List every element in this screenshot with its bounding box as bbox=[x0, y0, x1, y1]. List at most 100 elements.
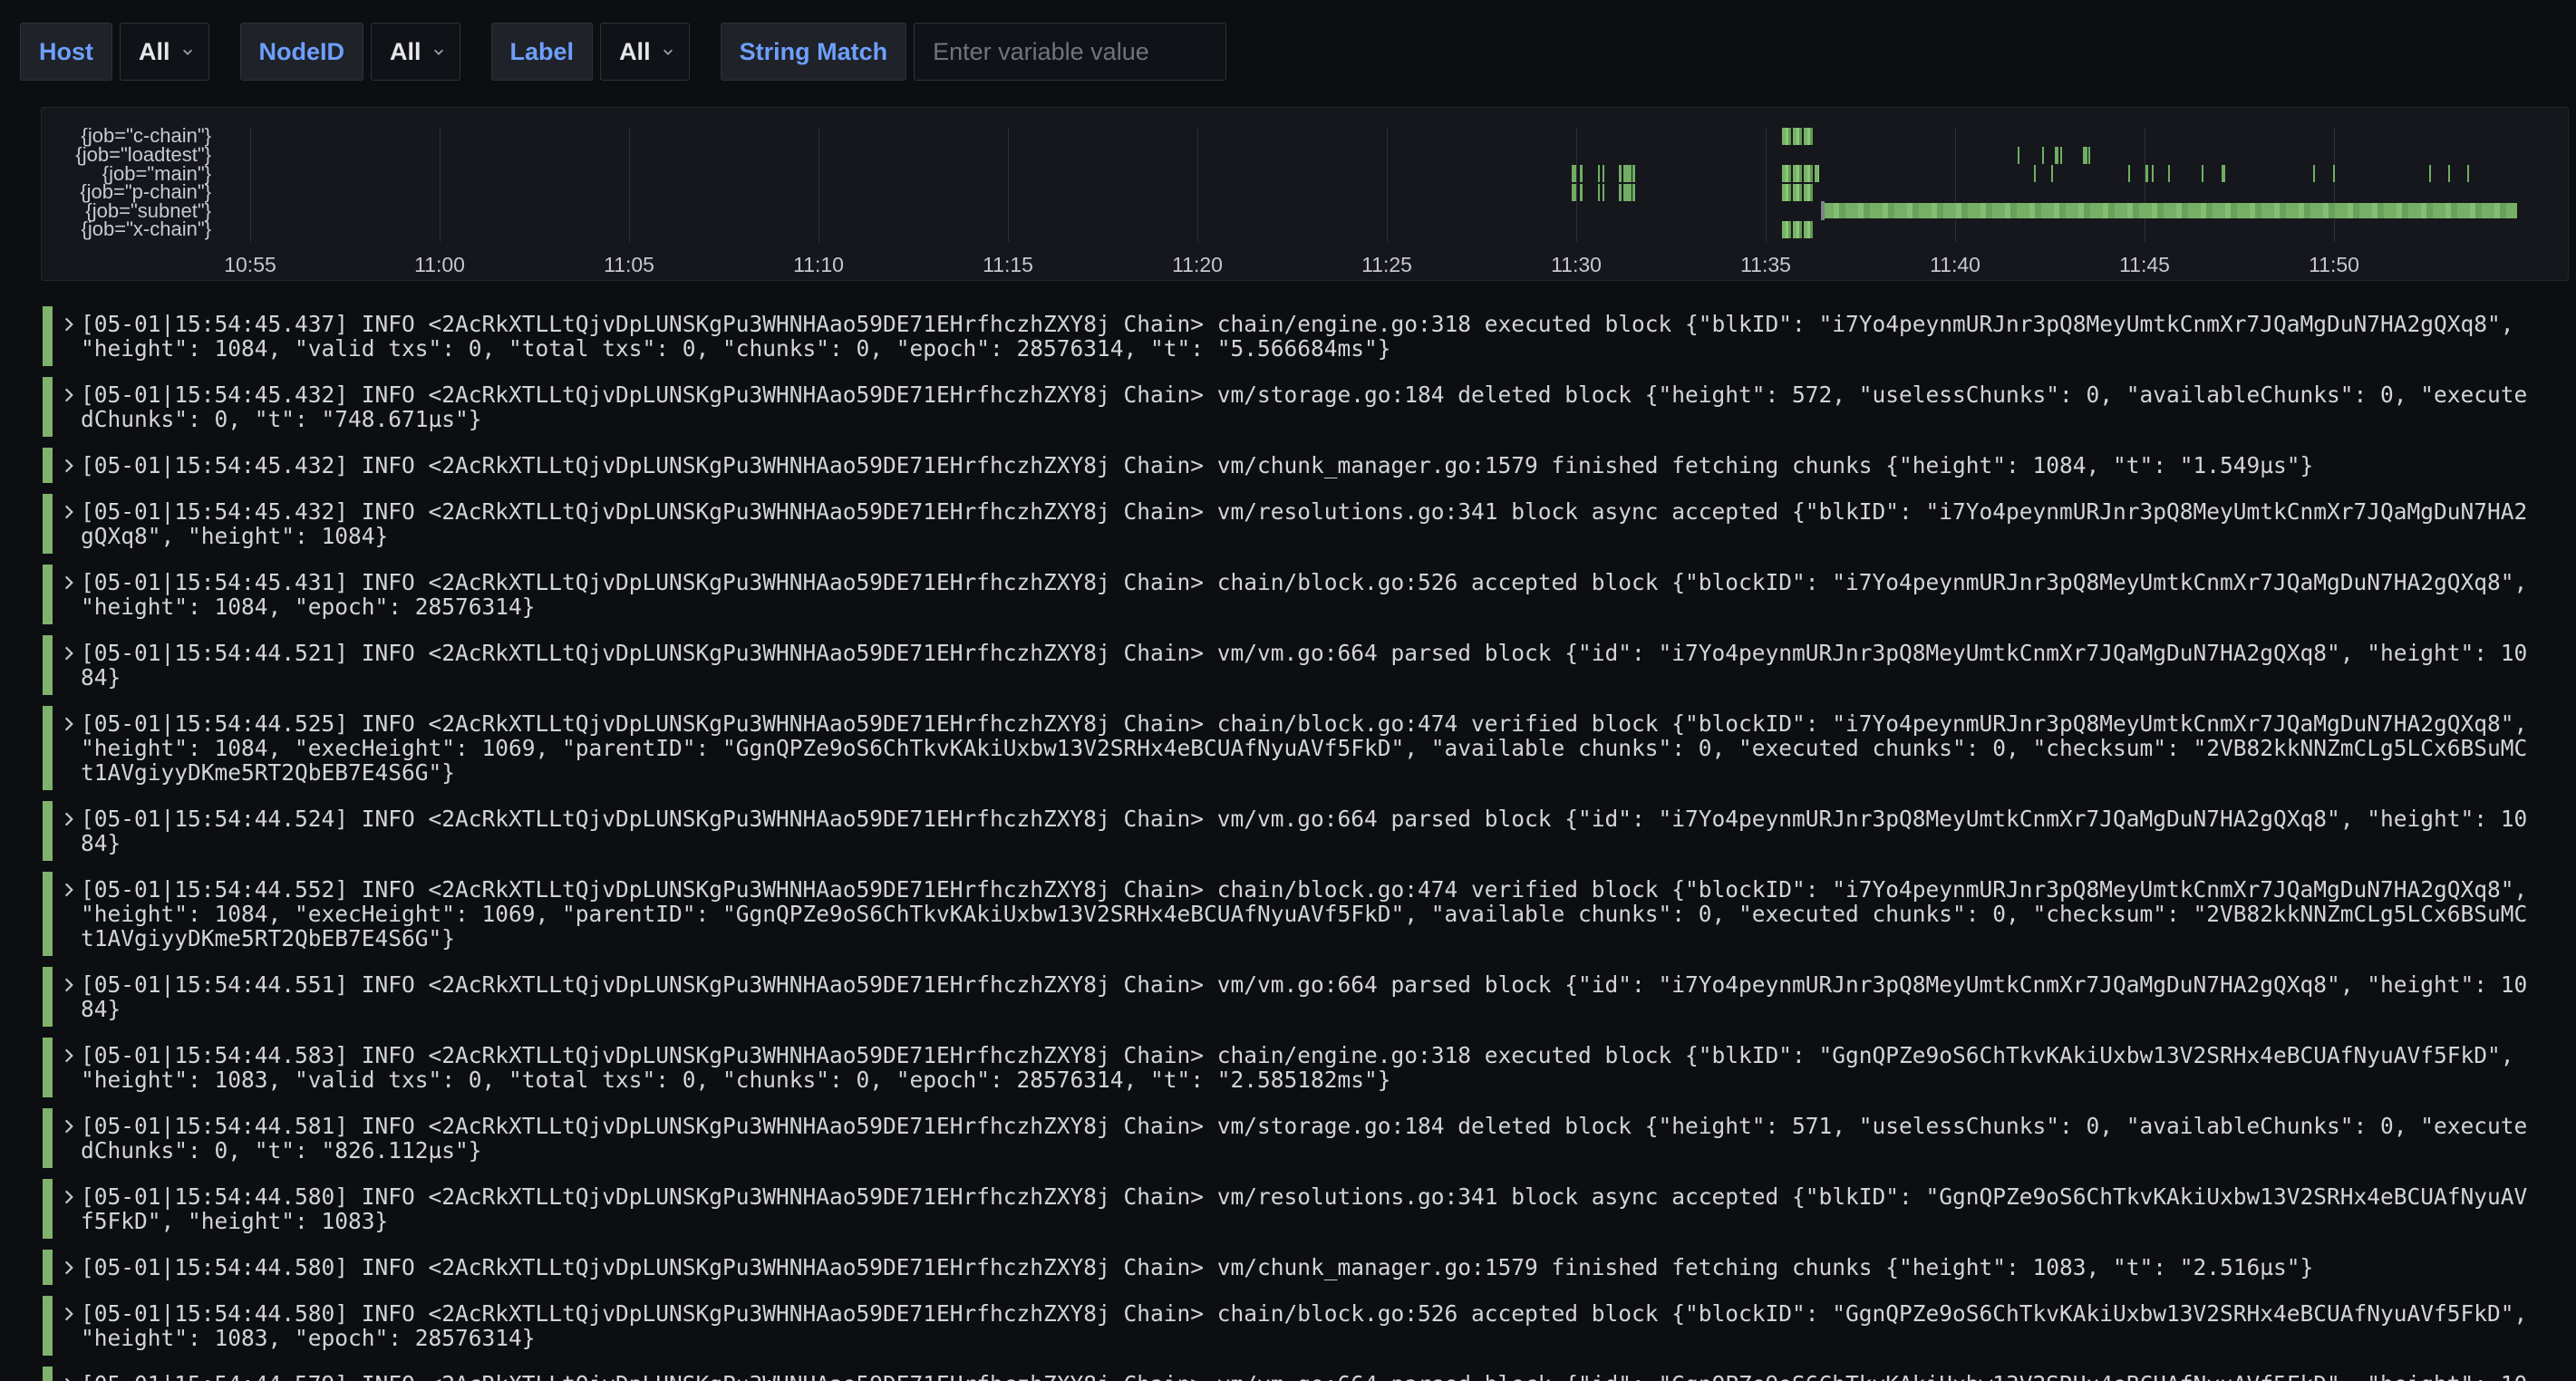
log-row[interactable]: [05-01|15:54:44.551] INFO <2AcRkXTLLtQjv… bbox=[43, 967, 2576, 1027]
chevron-right-icon[interactable] bbox=[59, 880, 79, 900]
chevron-right-icon[interactable] bbox=[59, 975, 79, 995]
log-event-tick bbox=[2145, 165, 2148, 182]
log-message: [05-01|15:54:45.431] INFO <2AcRkXTLLtQjv… bbox=[81, 570, 2576, 619]
log-line: [05-01|15:54:45.432] INFO <2AcRkXTLLtQjv… bbox=[81, 453, 2576, 478]
log-row[interactable]: [05-01|15:54:45.432] INFO <2AcRkXTLLtQjv… bbox=[43, 448, 2576, 483]
log-event-burst bbox=[1782, 165, 1819, 182]
variables-toolbar: Host All NodeID All Label All String Mat… bbox=[0, 0, 2576, 81]
log-line: f5FkD", "height": 1083} bbox=[81, 1209, 2576, 1233]
chevron-right-icon[interactable] bbox=[59, 314, 79, 334]
x-axis-tick-label: 11:40 bbox=[1930, 253, 1980, 277]
chevron-right-icon[interactable] bbox=[59, 643, 79, 663]
chevron-right-icon[interactable] bbox=[59, 1258, 79, 1278]
log-event-tick bbox=[1580, 184, 1583, 201]
log-line: "height": 1083, "valid txs": 0, "total t… bbox=[81, 1067, 2576, 1092]
chevron-right-icon[interactable] bbox=[59, 456, 79, 476]
chevron-right-icon[interactable] bbox=[59, 1304, 79, 1324]
log-event-tick bbox=[2088, 147, 2090, 164]
gridline bbox=[1197, 128, 1198, 242]
variable-dropdown-nodeid[interactable]: All bbox=[371, 23, 460, 81]
log-line: t1AVgiyyDKme5RT2QbEB7E4S6G"} bbox=[81, 926, 2576, 951]
log-row[interactable]: [05-01|15:54:44.583] INFO <2AcRkXTLLtQjv… bbox=[43, 1038, 2576, 1097]
log-event-tick bbox=[1598, 165, 1600, 182]
log-event-tick bbox=[1603, 165, 1604, 182]
gridline bbox=[1576, 128, 1577, 242]
x-axis-tick-label: 11:00 bbox=[414, 253, 465, 277]
log-line: [05-01|15:54:44.580] INFO <2AcRkXTLLtQjv… bbox=[81, 1301, 2576, 1326]
log-line: [05-01|15:54:44.580] INFO <2AcRkXTLLtQjv… bbox=[81, 1184, 2576, 1209]
log-event-tick bbox=[2202, 165, 2203, 182]
variable-label-label[interactable]: Label bbox=[491, 23, 594, 81]
log-message: [05-01|15:54:44.521] INFO <2AcRkXTLLtQjv… bbox=[81, 641, 2576, 690]
log-message: [05-01|15:54:44.580] INFO <2AcRkXTLLtQjv… bbox=[81, 1184, 2576, 1233]
log-volume-timeline-panel[interactable]: 10:5511:0011:0511:1011:1511:2011:2511:30… bbox=[41, 107, 2569, 281]
chevron-right-icon[interactable] bbox=[59, 573, 79, 593]
log-row[interactable]: [05-01|15:54:44.580] INFO <2AcRkXTLLtQjv… bbox=[43, 1250, 2576, 1285]
log-line: [05-01|15:54:44.580] INFO <2AcRkXTLLtQjv… bbox=[81, 1255, 2576, 1280]
log-event-tick bbox=[1632, 184, 1635, 201]
x-axis-tick-label: 11:35 bbox=[1740, 253, 1791, 277]
chevron-right-icon[interactable] bbox=[59, 714, 79, 734]
log-message: [05-01|15:54:45.432] INFO <2AcRkXTLLtQjv… bbox=[81, 382, 2576, 431]
log-row[interactable]: [05-01|15:54:45.431] INFO <2AcRkXTLLtQjv… bbox=[43, 565, 2576, 624]
log-line: [05-01|15:54:45.432] INFO <2AcRkXTLLtQjv… bbox=[81, 499, 2576, 524]
log-row[interactable]: [05-01|15:54:44.525] INFO <2AcRkXTLLtQjv… bbox=[43, 706, 2576, 790]
log-row[interactable]: [05-01|15:54:44.521] INFO <2AcRkXTLLtQjv… bbox=[43, 635, 2576, 695]
log-event-tick bbox=[2042, 147, 2044, 164]
variable-group-string-match: String Match bbox=[721, 23, 1227, 81]
log-event-tick bbox=[1619, 165, 1622, 182]
timeline-series-label: {job="p-chain"} bbox=[42, 182, 211, 201]
x-axis-tick-label: 11:25 bbox=[1361, 253, 1412, 277]
log-row[interactable]: [05-01|15:54:44.552] INFO <2AcRkXTLLtQjv… bbox=[43, 872, 2576, 956]
log-message: [05-01|15:54:44.551] INFO <2AcRkXTLLtQjv… bbox=[81, 972, 2576, 1021]
log-row[interactable]: [05-01|15:54:44.580] INFO <2AcRkXTLLtQjv… bbox=[43, 1179, 2576, 1239]
variable-label-host[interactable]: Host bbox=[20, 23, 112, 81]
chevron-right-icon[interactable] bbox=[59, 502, 79, 522]
variable-selected-value: All bbox=[619, 38, 651, 66]
chevron-right-icon[interactable] bbox=[59, 1187, 79, 1207]
chevron-down-icon bbox=[181, 45, 194, 58]
gridline bbox=[250, 128, 251, 242]
variable-dropdown-label[interactable]: All bbox=[600, 23, 690, 81]
log-row[interactable]: [05-01|15:54:45.432] INFO <2AcRkXTLLtQjv… bbox=[43, 494, 2576, 554]
gridline bbox=[1766, 128, 1767, 242]
log-row[interactable]: [05-01|15:54:45.432] INFO <2AcRkXTLLtQjv… bbox=[43, 377, 2576, 437]
log-event-tick bbox=[1623, 184, 1632, 201]
log-event-tick bbox=[1619, 184, 1622, 201]
log-row[interactable]: [05-01|15:54:44.524] INFO <2AcRkXTLLtQjv… bbox=[43, 801, 2576, 861]
log-event-tick bbox=[1603, 184, 1604, 201]
chevron-right-icon[interactable] bbox=[59, 1046, 79, 1066]
log-row[interactable]: [05-01|15:54:44.581] INFO <2AcRkXTLLtQjv… bbox=[43, 1108, 2576, 1168]
log-line: "height": 1083, "epoch": 28576314} bbox=[81, 1326, 2576, 1350]
log-event-tick bbox=[2333, 165, 2335, 182]
chevron-down-icon bbox=[432, 45, 445, 58]
log-row[interactable]: [05-01|15:54:45.437] INFO <2AcRkXTLLtQjv… bbox=[43, 306, 2576, 366]
log-line: [05-01|15:54:44.551] INFO <2AcRkXTLLtQjv… bbox=[81, 972, 2576, 997]
log-event-tick bbox=[1572, 165, 1576, 182]
variable-label-nodeid[interactable]: NodeID bbox=[240, 23, 364, 81]
log-line: [05-01|15:54:44.579] INFO <2AcRkXTLLtQjv… bbox=[81, 1372, 2576, 1381]
log-message: [05-01|15:54:44.580] INFO <2AcRkXTLLtQjv… bbox=[81, 1255, 2576, 1280]
log-line: "height": 1084, "execHeight": 1069, "par… bbox=[81, 736, 2576, 760]
log-line: [05-01|15:54:45.432] INFO <2AcRkXTLLtQjv… bbox=[81, 382, 2576, 407]
variable-label-string-match[interactable]: String Match bbox=[721, 23, 907, 81]
chevron-right-icon[interactable] bbox=[59, 809, 79, 829]
log-event-tick bbox=[1632, 165, 1635, 182]
gridline bbox=[440, 128, 441, 242]
log-message: [05-01|15:54:44.580] INFO <2AcRkXTLLtQjv… bbox=[81, 1301, 2576, 1350]
log-row[interactable]: [05-01|15:54:44.580] INFO <2AcRkXTLLtQjv… bbox=[43, 1296, 2576, 1356]
variable-dropdown-host[interactable]: All bbox=[120, 23, 209, 81]
string-match-input[interactable] bbox=[914, 23, 1226, 81]
log-event-tick bbox=[2467, 165, 2469, 182]
timeline-series-label: {job="c-chain"} bbox=[42, 126, 211, 145]
chevron-right-icon[interactable] bbox=[59, 385, 79, 405]
log-row[interactable]: [05-01|15:54:44.579] INFO <2AcRkXTLLtQjv… bbox=[43, 1367, 2576, 1381]
chevron-right-icon[interactable] bbox=[59, 1375, 79, 1381]
log-line: gQXq8", "height": 1084} bbox=[81, 524, 2576, 548]
log-event-burst bbox=[1782, 128, 1814, 145]
variable-selected-value: All bbox=[139, 38, 170, 66]
x-axis-tick-label: 11:50 bbox=[2309, 253, 2359, 277]
x-axis-tick-label: 11:45 bbox=[2119, 253, 2170, 277]
chevron-right-icon[interactable] bbox=[59, 1116, 79, 1136]
timeline-series-label: {job="x-chain"} bbox=[42, 219, 211, 238]
